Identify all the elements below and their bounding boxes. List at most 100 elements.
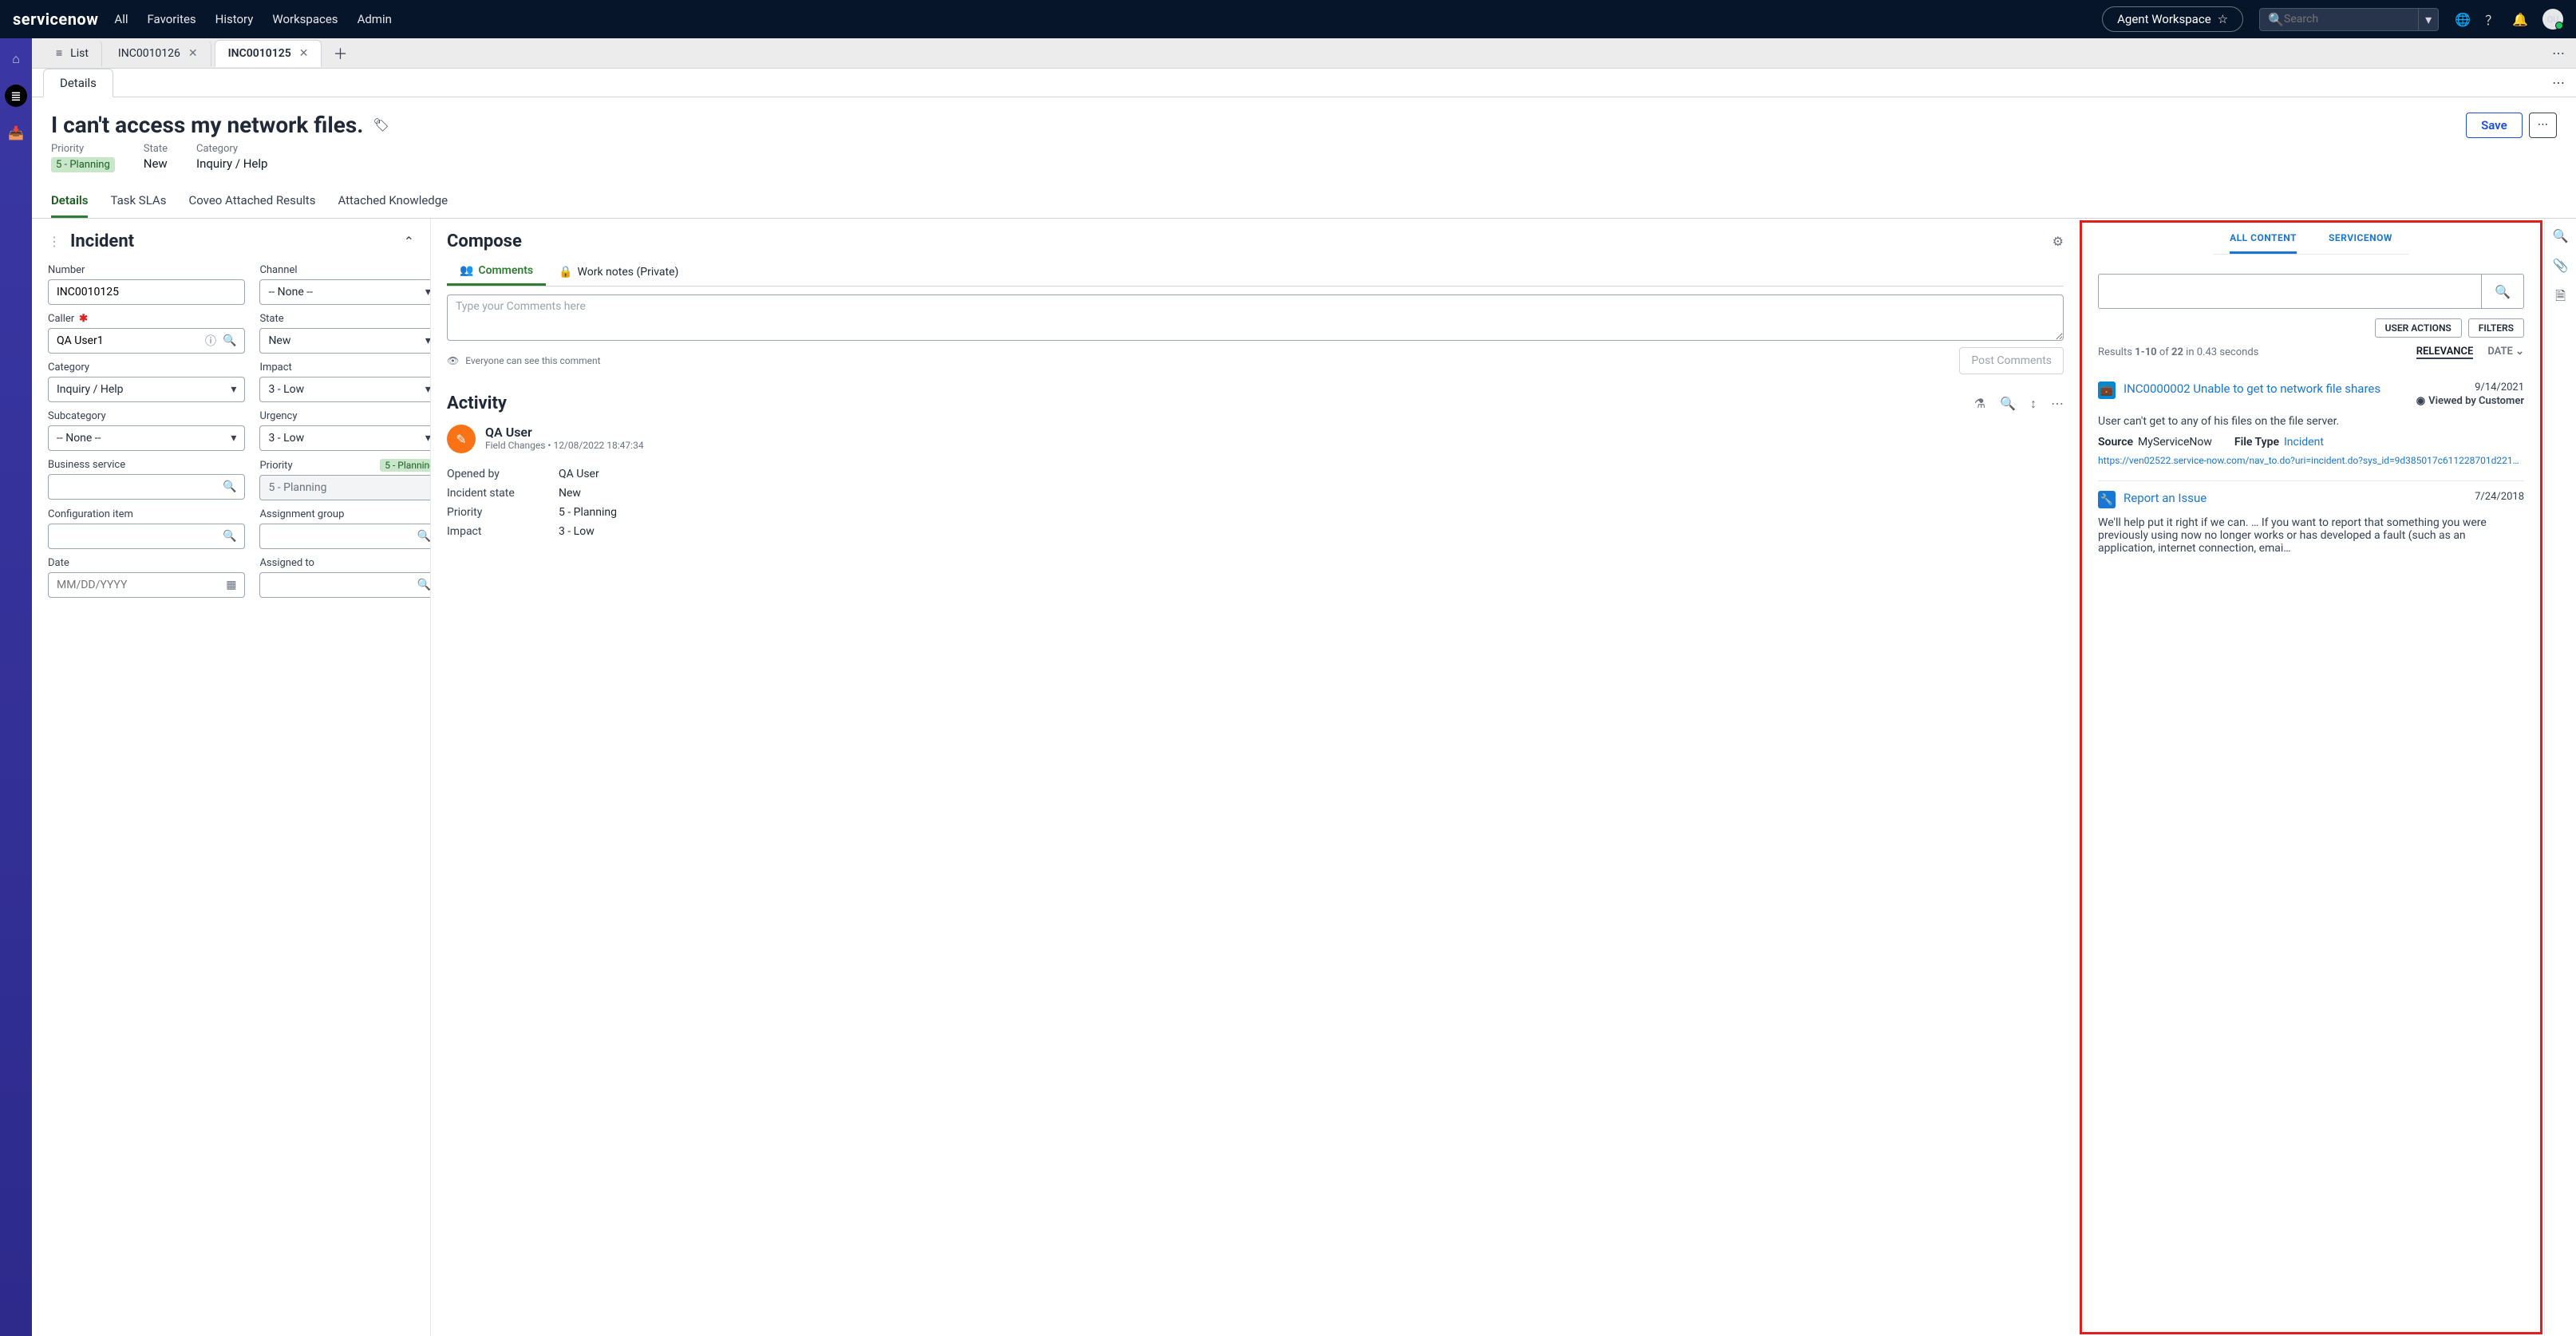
result-title[interactable]: INC0000002 Unable to get to network file… — [2124, 381, 2408, 407]
document-icon[interactable]: 🗎 — [2555, 287, 2566, 309]
user-actions-button[interactable]: USER ACTIONS — [2375, 318, 2462, 338]
activity-heading: Activity — [447, 393, 507, 413]
sort-icon[interactable]: ↕ — [2030, 396, 2037, 412]
subtab-details[interactable]: Details — [43, 69, 113, 97]
search-icon[interactable]: 🔍 — [2000, 396, 2016, 412]
nav-admin[interactable]: Admin — [358, 12, 392, 26]
urgency-label: Urgency — [259, 410, 431, 422]
coveo-search-button[interactable]: 🔍 — [2481, 274, 2524, 309]
activity-overflow-icon[interactable]: ⋯ — [2051, 396, 2064, 412]
global-search[interactable]: 🔍 — [2259, 8, 2419, 31]
channel-select[interactable]: -- None --▾ — [259, 279, 431, 305]
home-icon[interactable]: ⌂ — [5, 48, 27, 70]
content-columns: ⋮ Incident ⌃ Number Channel -- None --▾ … — [32, 219, 2576, 1336]
subtabs-overflow-icon[interactable]: ⋯ — [2552, 75, 2565, 90]
save-button[interactable]: Save — [2466, 113, 2523, 138]
nav-workspaces[interactable]: Workspaces — [272, 12, 338, 26]
section-tab-details[interactable]: Details — [51, 185, 88, 218]
search-icon[interactable]: 🔍 — [223, 480, 236, 493]
result-desc: We'll help put it right if we can. … If … — [2098, 516, 2524, 555]
caller-input[interactable]: ⓘ 🔍 — [48, 328, 245, 354]
results-summary: Results 1-10 of 22 in 0.43 seconds — [2098, 346, 2258, 358]
user-avatar[interactable]: QU — [2542, 9, 2563, 30]
activity-details: Opened byQA User Incident stateNew Prior… — [447, 464, 2064, 541]
calendar-icon[interactable]: ▦ — [226, 579, 236, 591]
result-filetype[interactable]: Incident — [2284, 436, 2324, 449]
coveo-tab-all[interactable]: ALL CONTENT — [2230, 232, 2297, 254]
meta-priority: Priority 5 - Planning — [51, 143, 115, 171]
tabs-overflow-icon[interactable]: ⋯ — [2552, 45, 2565, 61]
tab-list[interactable]: List — [43, 40, 102, 66]
search-icon[interactable]: 🔍 — [417, 530, 430, 543]
result-title[interactable]: Report an Issue — [2124, 491, 2467, 508]
search-icon[interactable]: 🔍 — [223, 530, 236, 543]
subtab-row: Details ⋯ — [32, 69, 2576, 97]
state-select[interactable]: New▾ — [259, 328, 431, 354]
chevron-down-icon: ▾ — [425, 286, 431, 298]
tab-inc0010126[interactable]: INC0010126 ✕ — [105, 41, 211, 66]
nav-favorites[interactable]: Favorites — [148, 12, 196, 26]
date-input[interactable]: ▦ — [48, 572, 245, 598]
compose-textarea[interactable]: Type your Comments here — [447, 294, 2064, 341]
agent-workspace-pill[interactable]: Agent Workspace ☆ — [2102, 6, 2243, 32]
result-date: 9/14/2021 — [2416, 381, 2524, 393]
close-icon[interactable]: ✕ — [299, 47, 309, 60]
bell-icon[interactable]: 🔔 — [2512, 12, 2528, 27]
urgency-select[interactable]: 3 - Low▾ — [259, 425, 431, 451]
result-url[interactable]: https://ven02522.service-now.com/nav_to.… — [2098, 455, 2524, 466]
inbox-icon[interactable]: 📥 — [5, 121, 27, 144]
activity-author: QA User — [485, 425, 644, 440]
search-icon[interactable]: 🔍 — [417, 579, 430, 591]
config-item-input[interactable]: 🔍 — [48, 524, 245, 549]
collapse-icon[interactable]: ⌃ — [404, 234, 414, 249]
tag-icon[interactable]: 🏷 — [373, 117, 389, 132]
config-item-label: Configuration item — [48, 508, 245, 520]
search-scope-dropdown[interactable]: ▾ — [2419, 8, 2439, 31]
top-nav: servicenow All Favorites History Workspa… — [0, 0, 2576, 38]
priority-readonly: 5 - Planning — [259, 475, 431, 500]
filters-button[interactable]: FILTERS — [2468, 318, 2524, 338]
assignment-group-input[interactable]: 🔍 — [259, 524, 431, 549]
close-icon[interactable]: ✕ — [188, 47, 198, 60]
info-icon[interactable]: ⓘ — [205, 333, 216, 349]
compose-tab-worknotes[interactable]: 🔒Work notes (Private) — [546, 258, 691, 286]
sort-relevance[interactable]: RELEVANCE — [2416, 346, 2474, 359]
section-tab-knowledge[interactable]: Attached Knowledge — [338, 185, 448, 218]
help-icon[interactable]: ？ — [2485, 10, 2498, 29]
compose-tab-comments[interactable]: 👥Comments — [447, 258, 546, 286]
section-tab-slas[interactable]: Task SLAs — [110, 185, 166, 218]
compose-visibility: Everyone can see this comment — [465, 355, 600, 366]
more-actions-button[interactable]: ⋯ — [2529, 113, 2557, 138]
coveo-results: 💼 INC0000002 Unable to get to network fi… — [2082, 364, 2540, 577]
coveo-result: 🔧 Report an Issue 7/24/2018 We'll help p… — [2098, 480, 2524, 569]
section-tab-coveo[interactable]: Coveo Attached Results — [188, 185, 315, 218]
filter-icon[interactable]: ⚗ — [1974, 396, 1985, 412]
globe-icon[interactable]: 🌐 — [2455, 12, 2471, 27]
attachment-icon[interactable]: 📎 — [2553, 258, 2569, 273]
list-icon[interactable]: ≣ — [5, 85, 27, 107]
post-comments-button[interactable]: Post Comments — [1959, 347, 2064, 374]
business-service-input[interactable]: 🔍 — [48, 474, 245, 500]
record-header: I can't access my network files. 🏷 Save … — [32, 97, 2576, 171]
assigned-to-input[interactable]: 🔍 — [259, 572, 431, 598]
compose-settings-icon[interactable]: ⚙ — [2053, 234, 2064, 249]
nav-all[interactable]: All — [114, 12, 128, 26]
impact-select[interactable]: 3 - Low▾ — [259, 377, 431, 402]
search-icon[interactable]: 🔍 — [2553, 228, 2569, 243]
result-desc: User can't get to any of his files on th… — [2098, 415, 2524, 428]
compose-activity-panel: Compose ⚙ 👥Comments 🔒Work notes (Private… — [431, 219, 2080, 1336]
category-select[interactable]: Inquiry / Help▾ — [48, 377, 245, 402]
drag-icon[interactable]: ⋮ — [48, 234, 61, 249]
subcategory-select[interactable]: -- None --▾ — [48, 425, 245, 451]
global-search-input[interactable] — [2284, 13, 2410, 26]
meta-state: State New — [144, 143, 168, 171]
tab-add[interactable]: ＋ — [325, 38, 355, 69]
nav-history[interactable]: History — [215, 12, 254, 26]
number-input[interactable] — [48, 279, 245, 305]
star-icon: ☆ — [2218, 12, 2228, 26]
sort-date[interactable]: DATE ⌄ — [2487, 346, 2524, 359]
coveo-tab-sn[interactable]: SERVICENOW — [2329, 232, 2392, 254]
tab-inc0010125[interactable]: INC0010125 ✕ — [215, 40, 322, 67]
search-icon[interactable]: 🔍 — [223, 334, 236, 347]
coveo-search-input[interactable] — [2098, 274, 2481, 309]
